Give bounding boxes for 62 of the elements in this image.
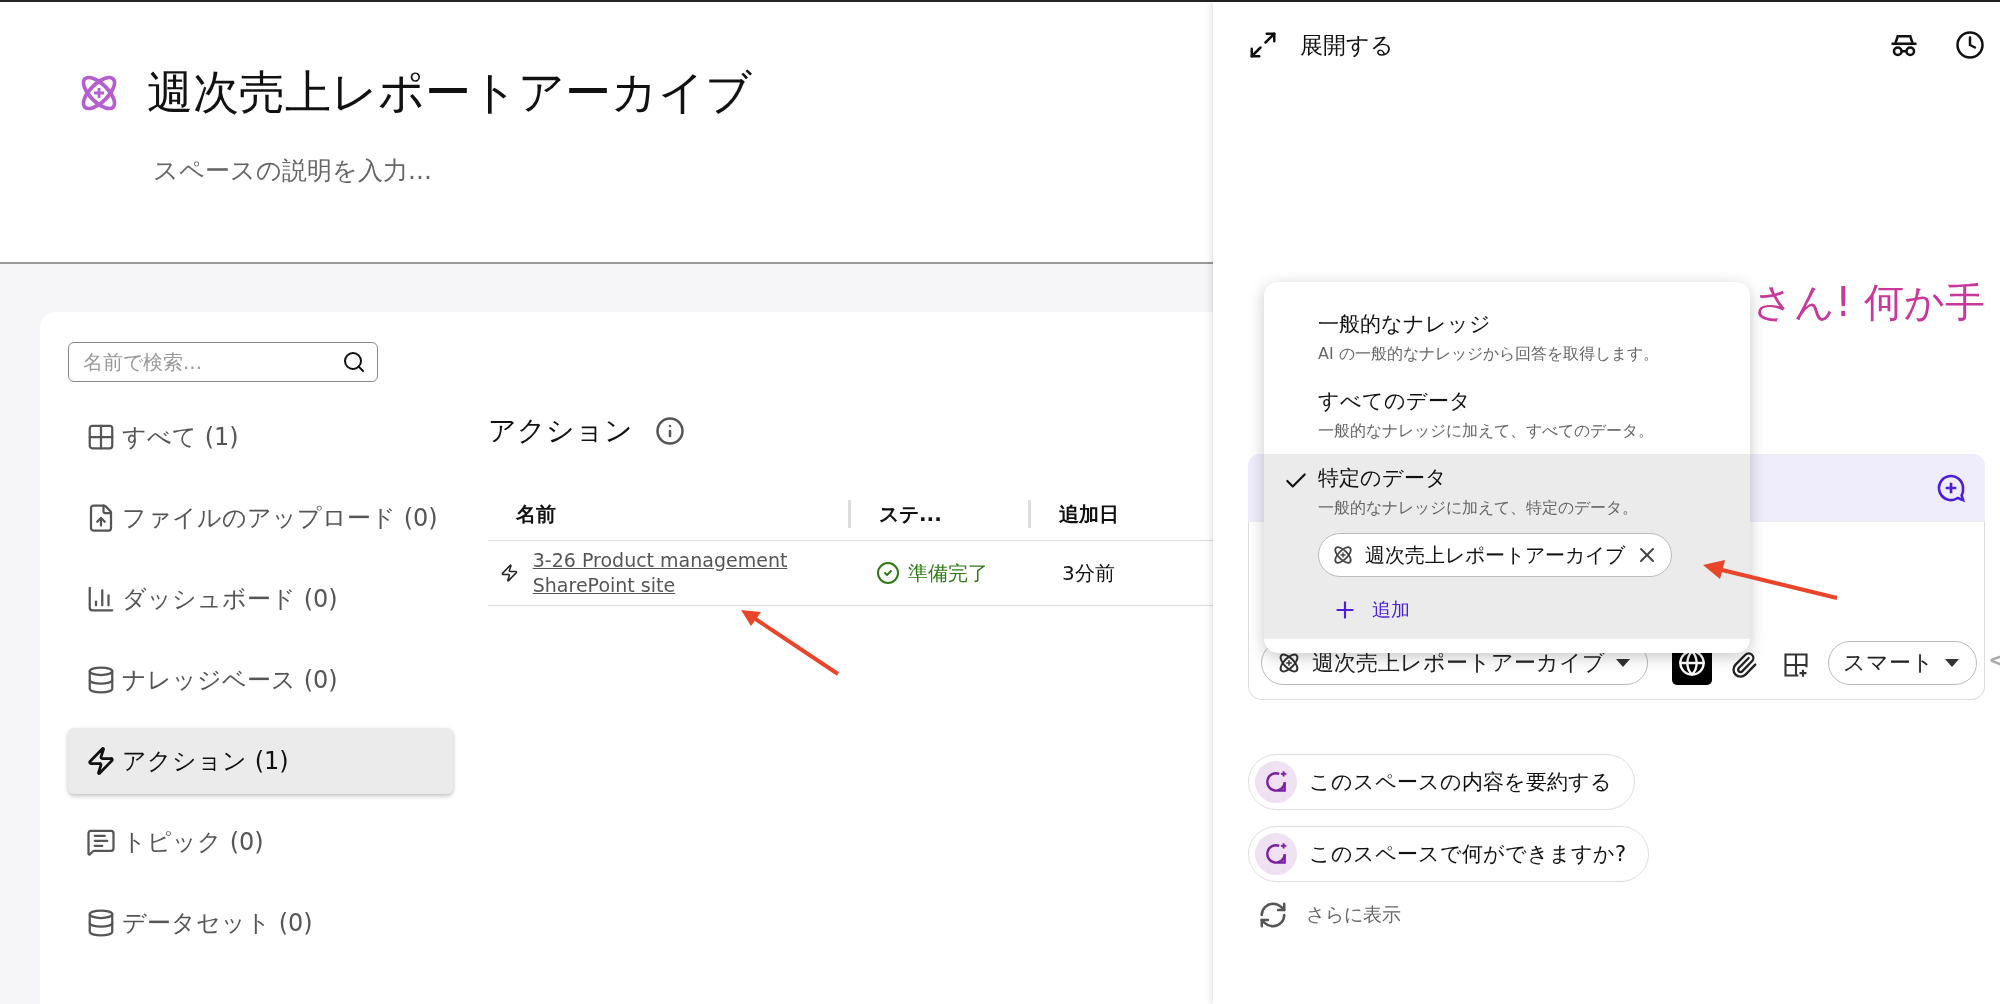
refresh-icon	[1258, 900, 1288, 930]
menu-item[interactable]: すべてのデータ 一般的なナレッジに加えて、すべてのデータ。	[1264, 377, 1750, 454]
database-icon	[86, 665, 116, 695]
expand-icon[interactable]	[1248, 30, 1278, 60]
paperclip-icon	[1730, 651, 1758, 679]
expand-label[interactable]: 展開する	[1300, 29, 1867, 61]
space-logo-icon	[1331, 543, 1355, 567]
add-chat-icon[interactable]	[1935, 472, 1967, 504]
greeting-text: さん! 何か手	[1753, 278, 1985, 326]
bar-chart-icon	[86, 584, 116, 614]
sidebar-item-label: トピック (0)	[122, 827, 264, 858]
add-button[interactable]: 追加	[1318, 593, 1424, 627]
show-more-button[interactable]: さらに表示	[1248, 894, 1411, 936]
sparkle-chat-icon	[1255, 833, 1297, 875]
description-placeholder[interactable]: スペースの説明を入力...	[153, 154, 432, 187]
sparkle-chat-icon	[1255, 761, 1297, 803]
check-circle-icon	[876, 561, 900, 585]
action-link[interactable]: 3-26 Product management SharePoint site	[532, 548, 848, 598]
status-text: 準備完了	[908, 559, 988, 587]
sidebar-item[interactable]: アクション (1)	[68, 728, 453, 794]
sidebar-item-label: ファイルのアップロード (0)	[122, 503, 438, 534]
table-cell-text: 3分前	[1061, 559, 1116, 587]
sidebar-item-label: アクション (1)	[122, 746, 289, 777]
sidebar-item[interactable]: データセット (0)	[68, 890, 453, 956]
search-icon[interactable]	[342, 350, 366, 374]
menu-item-title: すべてのデータ	[1318, 388, 1472, 415]
suggestion-chip[interactable]: このスペースで何ができますか?	[1248, 826, 1650, 882]
sidebar-item[interactable]: ダッシュボード (0)	[68, 566, 453, 632]
chat-icon	[86, 827, 116, 857]
menu-item-title: 特定のデータ	[1318, 465, 1448, 492]
info-icon[interactable]	[655, 416, 685, 446]
menu-item-description: AI の一般的なナレッジから回答を取得します。	[1318, 344, 1659, 365]
mode-selector[interactable]: スマート	[1828, 641, 1977, 685]
sidebar-item-label: データセット (0)	[122, 908, 313, 939]
caret-icon	[1944, 658, 1960, 668]
caret-icon	[1615, 658, 1631, 668]
sidebar-item[interactable]: ファイルのアップロード (0)	[68, 485, 453, 551]
menu-item-title: 一般的なナレッジ	[1318, 311, 1492, 338]
grid-icon	[86, 422, 116, 452]
sidebar-item[interactable]: すべて (1)	[68, 404, 453, 470]
lightning-icon	[500, 561, 519, 585]
section-title: アクション	[488, 413, 633, 449]
column-header[interactable]: ステ...	[848, 500, 1028, 528]
sidebar-item[interactable]: ナレッジベース (0)	[68, 647, 453, 713]
lightning-icon	[86, 746, 116, 776]
column-header[interactable]: 追加日	[1028, 500, 1208, 528]
menu-item-description: 一般的なナレッジに加えて、すべてのデータ。	[1318, 421, 1654, 442]
sidebar-item-label: ダッシュボード (0)	[122, 584, 338, 615]
sidebar-item-label: すべて (1)	[122, 422, 239, 453]
search-field[interactable]: 名前で検索...	[68, 342, 378, 382]
page-title: 週次売上レポートアーカイブ	[147, 64, 752, 121]
space-chip-label: 週次売上レポートアーカイブ	[1365, 541, 1625, 569]
column-header[interactable]: 名前	[488, 500, 848, 528]
menu-item[interactable]: 特定のデータ 一般的なナレッジに加えて、特定のデータ。 週次売上レポートアーカイブ 追加	[1264, 454, 1750, 639]
suggestion-chip[interactable]: このスペースの内容を要約する	[1248, 754, 1635, 810]
grid-plus-icon	[1782, 651, 1810, 679]
menu-item-description: 一般的なナレッジに加えて、特定のデータ。	[1318, 498, 1639, 519]
sidebar-item-label: ナレッジベース (0)	[122, 665, 338, 696]
sidebar-item[interactable]: トピック (0)	[68, 809, 453, 875]
history-icon[interactable]	[1955, 30, 1985, 60]
menu-item[interactable]: 一般的なナレッジ AI の一般的なナレッジから回答を取得します。	[1264, 300, 1750, 377]
database-icon	[86, 908, 116, 938]
